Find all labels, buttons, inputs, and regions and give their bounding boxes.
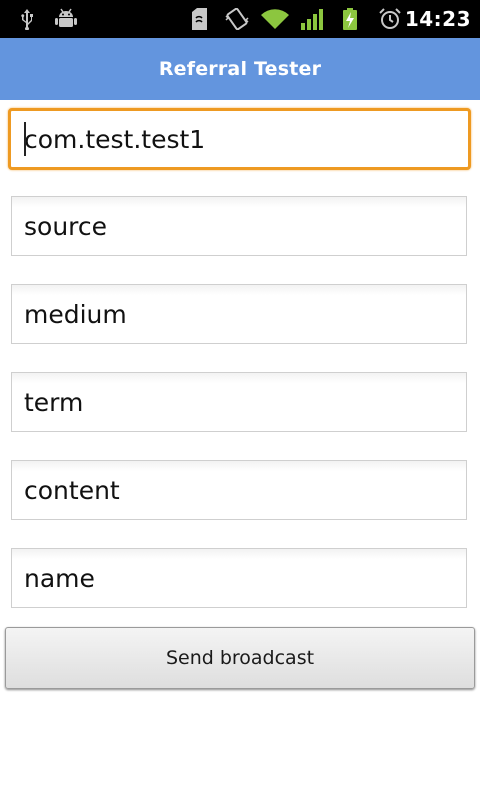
status-bar: 14:23 [0, 0, 480, 38]
sim-card-icon [190, 8, 210, 30]
vibrate-icon [224, 8, 250, 30]
medium-input[interactable] [11, 284, 467, 344]
title-bar: Referral Tester [0, 38, 480, 100]
page-title: Referral Tester [158, 58, 322, 80]
package-name-input[interactable] [8, 108, 471, 170]
source-input[interactable] [11, 196, 467, 256]
status-bar-clock: 14:23 [404, 7, 471, 31]
alarm-icon [378, 8, 402, 30]
term-input[interactable] [11, 372, 467, 432]
usb-icon [18, 8, 36, 30]
content-input[interactable] [11, 460, 467, 520]
send-broadcast-button[interactable]: Send broadcast [5, 627, 475, 689]
text-cursor [24, 122, 26, 156]
name-input[interactable] [11, 548, 467, 608]
wifi-icon [260, 8, 290, 30]
android-debug-icon [54, 8, 78, 30]
battery-charging-icon [341, 8, 359, 30]
signal-icon [300, 8, 326, 30]
